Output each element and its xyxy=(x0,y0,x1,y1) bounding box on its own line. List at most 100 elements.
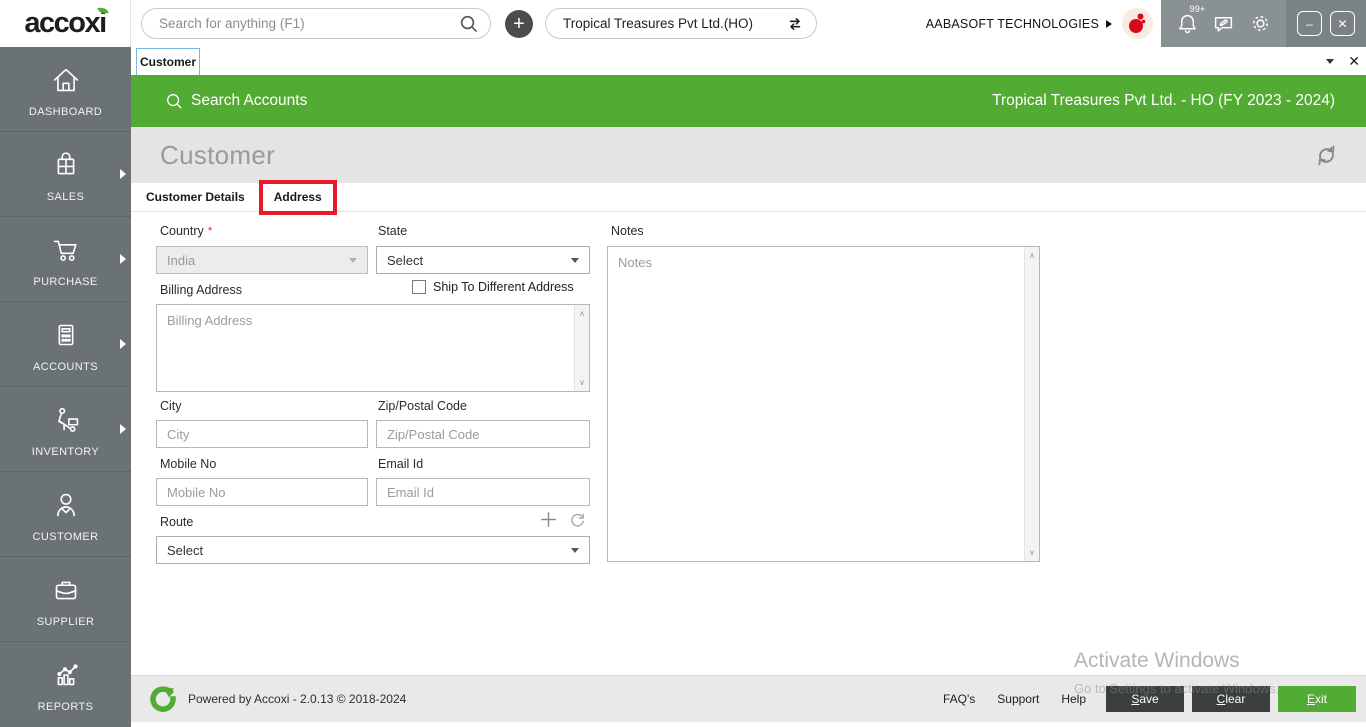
app-window: accoxi + Tropical Treasures Pvt Ltd.(HO)… xyxy=(0,0,1366,727)
company-fiscal-year: Tropical Treasures Pvt Ltd. - HO (FY 202… xyxy=(992,92,1335,109)
chevron-down-icon xyxy=(571,547,579,553)
organization-name: AABASOFT TECHNOLOGIES xyxy=(925,16,1099,31)
organization-menu[interactable]: AABASOFT TECHNOLOGIES xyxy=(926,17,1112,31)
state-select[interactable]: Select xyxy=(376,246,590,274)
close-window-icon[interactable]: ✕ xyxy=(1330,11,1355,36)
zip-input[interactable] xyxy=(376,420,590,448)
module-toolbar: Search Accounts Tropical Treasures Pvt L… xyxy=(131,75,1366,127)
save-button[interactable]: Save xyxy=(1106,686,1184,712)
accoxi-logo: accoxi xyxy=(0,0,131,47)
search-accounts-label: Search Accounts xyxy=(191,92,308,109)
sidebar-item-label: REPORTS xyxy=(37,701,94,713)
country-label: Country * xyxy=(160,224,213,238)
tab-close-icon[interactable]: ✕ xyxy=(1348,54,1360,68)
city-input[interactable] xyxy=(156,420,368,448)
notifications-bell-icon[interactable]: 99+ xyxy=(1177,4,1205,34)
tab-list-dropdown-icon[interactable] xyxy=(1326,58,1335,64)
route-select[interactable]: Select xyxy=(156,536,590,564)
checkbox-label: Ship To Different Address xyxy=(433,280,574,294)
billing-address-scrollbar[interactable]: ∧ ∨ xyxy=(574,305,589,391)
email-label: Email Id xyxy=(378,457,424,471)
sidebar-item-customer[interactable]: CUSTOMER xyxy=(0,472,131,557)
notes-textarea-wrap: ∧∨ xyxy=(607,246,1040,562)
submenu-arrow-icon xyxy=(120,339,126,349)
submenu-arrow-icon xyxy=(120,424,126,434)
chevron-down-icon xyxy=(349,257,357,263)
accounts-calculator-icon xyxy=(58,324,73,345)
refresh-icon[interactable] xyxy=(1313,142,1340,169)
search-input[interactable] xyxy=(142,16,459,31)
mobile-input[interactable] xyxy=(156,478,368,506)
sidebar-item-label: PURCHASE xyxy=(33,275,98,288)
search-icon[interactable] xyxy=(459,14,478,33)
support-link[interactable]: Support xyxy=(997,692,1039,706)
sidebar-item-label: INVENTORY xyxy=(31,445,100,458)
add-route-icon[interactable] xyxy=(539,510,558,529)
top-header: accoxi + Tropical Treasures Pvt Ltd.(HO)… xyxy=(0,0,1366,47)
supplier-briefcase-icon xyxy=(55,581,76,599)
refresh-route-icon[interactable] xyxy=(568,510,587,529)
sidebar-item-sales[interactable]: SALES xyxy=(0,132,131,217)
dashboard-home-icon xyxy=(53,68,78,91)
reports-chart-icon xyxy=(56,664,78,686)
inventory-trolley-icon xyxy=(57,407,78,432)
mobile-label: Mobile No xyxy=(160,457,217,471)
route-label: Route xyxy=(160,515,194,529)
faq-link[interactable]: FAQ's xyxy=(943,692,975,706)
sidebar-item-supplier[interactable]: SUPPLIER xyxy=(0,557,131,642)
page-title: Customer xyxy=(160,139,276,170)
billing-address-textarea[interactable] xyxy=(157,305,574,391)
sidebar-item-dashboard[interactable]: DASHBOARD xyxy=(0,47,131,132)
sidebar-item-purchase[interactable]: PURCHASE xyxy=(0,217,131,302)
purchase-cart-icon xyxy=(53,240,77,261)
accoxi-footer-logo-icon xyxy=(148,685,176,713)
notes-label: Notes xyxy=(611,224,644,238)
tab-customer-details[interactable]: Customer Details xyxy=(146,190,245,204)
switch-company-icon[interactable] xyxy=(786,15,804,33)
page-title-bar: Customer xyxy=(131,127,1366,183)
country-select-value: India xyxy=(167,252,196,268)
user-avatar[interactable] xyxy=(1122,8,1153,39)
city-label: City xyxy=(160,399,182,413)
clear-button[interactable]: Clear xyxy=(1192,686,1270,712)
search-icon xyxy=(167,94,182,109)
notification-badge: 99+ xyxy=(1189,4,1206,14)
tab-customer[interactable]: Customer xyxy=(136,48,200,75)
sidebar-item-label: SALES xyxy=(46,190,85,203)
header-icon-tray: 99+ xyxy=(1161,0,1286,47)
checkbox-icon[interactable] xyxy=(412,280,426,294)
company-selector-value: Tropical Treasures Pvt Ltd.(HO) xyxy=(563,16,754,31)
company-selector[interactable]: Tropical Treasures Pvt Ltd.(HO) xyxy=(545,8,817,39)
country-select[interactable]: India xyxy=(156,246,368,274)
exit-button[interactable]: Exit xyxy=(1278,686,1356,712)
powered-by-text: Powered by Accoxi - 2.0.13 © 2018-2024 xyxy=(188,692,407,706)
sidebar-item-label: SUPPLIER xyxy=(36,615,95,628)
notes-textarea[interactable] xyxy=(608,247,1024,561)
settings-gear-icon[interactable] xyxy=(1250,13,1271,34)
sidebar-item-label: DASHBOARD xyxy=(28,105,103,118)
sidebar-item-label: ACCOUNTS xyxy=(33,360,98,373)
sidebar-nav: DASHBOARD SALES PURCHASE ACCOUNTS INVENT… xyxy=(0,47,131,727)
quick-add-button[interactable]: + xyxy=(505,9,533,38)
email-input[interactable] xyxy=(376,478,590,506)
logo-text: accoxi xyxy=(24,7,107,39)
footer-bar: Powered by Accoxi - 2.0.13 © 2018-2024 F… xyxy=(131,675,1366,722)
sidebar-item-accounts[interactable]: ACCOUNTS xyxy=(0,302,131,387)
submenu-arrow-icon xyxy=(120,169,126,179)
window-controls: – ✕ xyxy=(1286,0,1366,47)
customer-subtabs: Customer Details Address xyxy=(131,179,1366,215)
notes-scrollbar[interactable]: ∧ ∨ xyxy=(1024,247,1039,561)
help-link[interactable]: Help xyxy=(1061,692,1086,706)
messages-icon[interactable] xyxy=(1213,13,1234,34)
sidebar-item-reports[interactable]: REPORTS xyxy=(0,642,131,727)
billing-address-textarea-wrap: ∧∨ xyxy=(156,304,590,392)
required-asterisk: * xyxy=(207,224,213,238)
ship-to-different-address-checkbox[interactable]: Ship To Different Address xyxy=(412,280,574,294)
sidebar-item-inventory[interactable]: INVENTORY xyxy=(0,387,131,472)
search-accounts-button[interactable]: Search Accounts xyxy=(165,92,307,110)
tab-address[interactable]: Address xyxy=(274,190,322,204)
address-tab-highlight-annotation: Address xyxy=(258,179,337,215)
global-search[interactable] xyxy=(141,8,491,39)
minimize-window-icon[interactable]: – xyxy=(1297,11,1322,36)
zip-label: Zip/Postal Code xyxy=(378,399,467,413)
